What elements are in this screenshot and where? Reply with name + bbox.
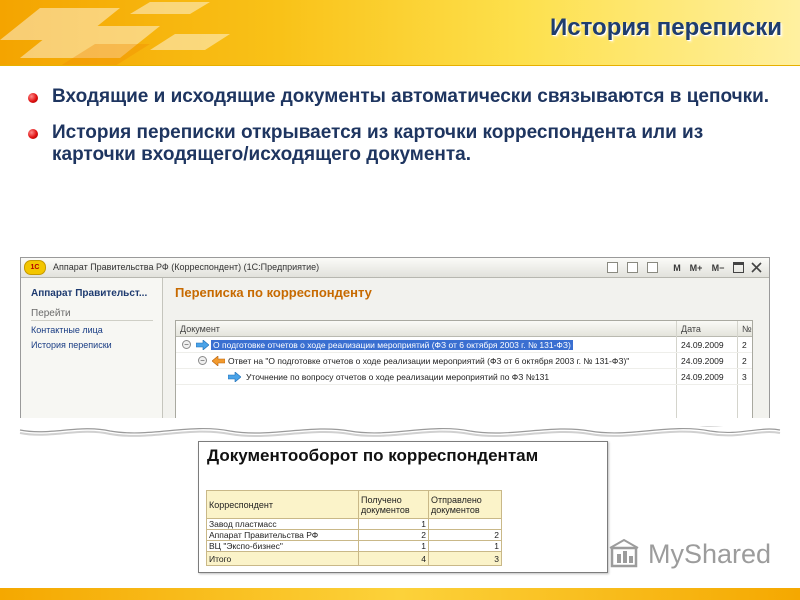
row-number: 3 (742, 372, 747, 382)
bottom-bar (0, 588, 800, 600)
collapse-icon[interactable]: − (182, 340, 191, 349)
collapse-icon[interactable]: − (198, 356, 207, 365)
list-icon[interactable] (627, 262, 638, 273)
tree-row[interactable]: Уточнение по вопросу отчетов о ходе реал… (176, 369, 752, 385)
report-total-received: 4 (358, 551, 429, 566)
bullet-list: Входящие и исходящие документы автоматич… (26, 86, 786, 180)
home-icon[interactable] (607, 262, 618, 273)
tree-row[interactable]: − О подготовке отчетов о ходе реализации… (176, 337, 752, 353)
row-number: 2 (742, 340, 747, 350)
report-title: Документооборот по корреспондентам (207, 446, 539, 465)
bullet-item: История переписки открывается из карточк… (26, 122, 786, 166)
incoming-arrow-icon (212, 356, 225, 366)
bullet-item: Входящие и исходящие документы автоматич… (26, 86, 786, 108)
row-date: 24.09.2009 (681, 340, 724, 350)
report-header-correspondent: Корреспондент (206, 490, 359, 519)
bullet-text: Входящие и исходящие документы автоматич… (52, 86, 770, 107)
header-decoration-icon (0, 2, 230, 65)
app-logo-icon: 1С (24, 260, 46, 275)
column-header-number[interactable]: № (742, 324, 752, 334)
watermark: MyShared (608, 538, 778, 572)
sidebar-item-contacts[interactable]: Контактные лица (31, 325, 103, 335)
sidebar-section-title: Перейти (31, 308, 153, 321)
row-date: 24.09.2009 (681, 356, 724, 366)
row-date: 24.09.2009 (681, 372, 724, 382)
report-cell-received: 2 (358, 529, 429, 541)
row-document: Ответ на "О подготовке отчетов о ходе ре… (228, 356, 630, 366)
tree-row[interactable]: − Ответ на "О подготовке отчетов о ходе … (176, 353, 752, 369)
memory-button[interactable]: M (671, 261, 683, 275)
outgoing-arrow-icon (196, 340, 209, 350)
memory-minus-button[interactable]: M− (709, 261, 727, 275)
bullet-dot-icon (28, 93, 38, 103)
report-cell-name: Завод пластмасс (206, 518, 359, 530)
report-cell-received: 1 (358, 540, 429, 552)
column-header-date[interactable]: Дата (681, 324, 701, 334)
close-icon[interactable] (751, 262, 762, 273)
window-titlebar: 1С Аппарат Правительства РФ (Корреспонде… (21, 258, 769, 278)
sidebar: Аппарат Правительст... Перейти Контактны… (21, 278, 163, 426)
report-cell-name: ВЦ "Экспо-бизнес" (206, 540, 359, 552)
report-header-received: Получено документов (358, 490, 429, 519)
slide-title: История переписки (550, 14, 782, 41)
main-form: Переписка по корреспонденту Документ Дат… (164, 278, 769, 426)
report-table: Корреспондент Получено документов Отправ… (206, 490, 502, 566)
row-document: Уточнение по вопросу отчетов о ходе реал… (246, 372, 550, 382)
bullet-dot-icon (28, 129, 38, 139)
report-cell-received: 1 (358, 518, 429, 530)
report-header-row: Корреспондент Получено документов Отправ… (206, 490, 502, 519)
bullet-text: История переписки открывается из карточк… (52, 122, 704, 165)
form-title: Переписка по корреспонденту (175, 285, 372, 300)
sidebar-item-correspondence-history[interactable]: История переписки (31, 340, 112, 350)
sidebar-title: Аппарат Правительст... (31, 288, 148, 299)
column-header-document[interactable]: Документ (180, 324, 220, 334)
report-total-sent: 3 (428, 551, 502, 566)
report-cell-name: Аппарат Правительства РФ (206, 529, 359, 541)
calendar-icon[interactable] (647, 262, 658, 273)
report-row: Завод пластмасс 1 (206, 518, 502, 530)
memory-plus-button[interactable]: M+ (687, 261, 705, 275)
report-panel: Документооборот по корреспондентам Корре… (198, 441, 608, 573)
watermark-text: MyShared (648, 539, 772, 569)
row-document: О подготовке отчетов о ходе реализации м… (211, 340, 573, 350)
slide-header: История переписки (0, 0, 800, 66)
correspondence-tree: Документ Дата № − О подготовке отчетов о… (175, 320, 753, 425)
tree-header: Документ Дата № (176, 321, 752, 337)
report-total-label: Итого (206, 551, 359, 566)
report-cell-sent (428, 518, 502, 530)
report-row: ВЦ "Экспо-бизнес" 1 1 (206, 540, 502, 552)
report-row: Аппарат Правительства РФ 2 2 (206, 529, 502, 541)
app-window: 1С Аппарат Правительства РФ (Корреспонде… (20, 257, 770, 427)
report-cell-sent: 2 (428, 529, 502, 541)
watermark-logo-icon (609, 538, 639, 568)
row-number: 2 (742, 356, 747, 366)
report-cell-sent: 1 (428, 540, 502, 552)
maximize-icon[interactable] (733, 262, 744, 273)
window-title: Аппарат Правительства РФ (Корреспондент)… (53, 262, 320, 272)
report-header-sent: Отправлено документов (428, 490, 502, 519)
outgoing-arrow-icon (228, 372, 241, 382)
report-total-row: Итого 4 3 (206, 551, 502, 566)
